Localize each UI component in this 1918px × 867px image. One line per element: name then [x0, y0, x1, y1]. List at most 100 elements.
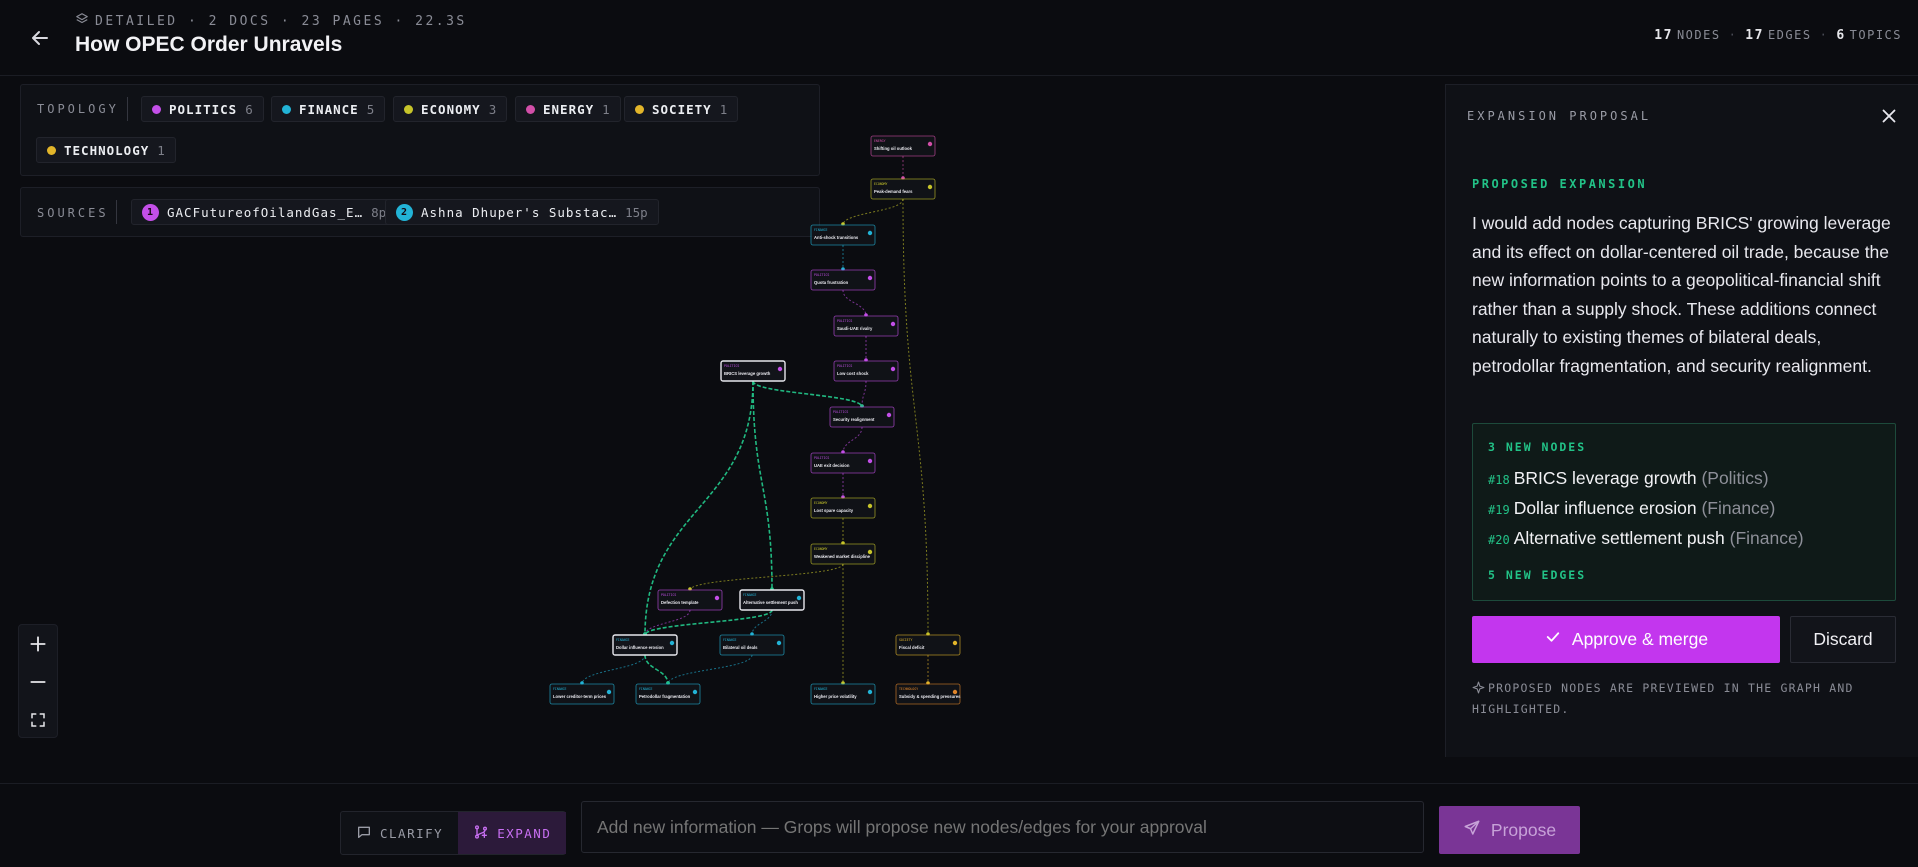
proposal-text: I would add nodes capturing BRICS' growi… — [1472, 213, 1891, 376]
node-topic-dot — [692, 689, 698, 695]
chip-count: 1 — [719, 101, 728, 117]
git-branch-icon — [473, 824, 489, 843]
graph-node[interactable]: POLITICS UAE exit decision — [810, 452, 876, 474]
knowledge-graph[interactable]: ENERGY Shifting oil outlook ECONOMY Peak-de… — [540, 125, 980, 715]
chip-label: SOCIETY — [652, 101, 712, 117]
node-label: Subsidy & spending pressures — [899, 694, 961, 699]
graph-node[interactable]: FINANCE Petrodollar fragmentation — [635, 683, 701, 705]
node-topic-dot — [669, 640, 675, 646]
node-label: Peak-demand fears — [874, 189, 913, 194]
footnote-text: PROPOSED NODES ARE PREVIEWED IN THE GRAP… — [1472, 681, 1854, 716]
node-label: Security realignment — [833, 417, 875, 422]
graph-node[interactable]: ENERGY Shifting oil outlook — [870, 135, 936, 157]
graph-node[interactable]: SOCIETY Fiscal deficit — [895, 634, 961, 656]
graph-node[interactable]: POLITICS Security realignment — [829, 406, 895, 428]
graph-node[interactable]: POLITICS Quota frustration — [810, 269, 876, 291]
back-arrow-icon[interactable] — [28, 26, 52, 50]
graph-edge — [689, 563, 844, 591]
node-label: Petrodollar fragmentation — [639, 694, 691, 699]
society-dot-icon — [635, 104, 644, 114]
expand-mode-button[interactable]: EXPAND — [458, 812, 567, 854]
topic-chip-finance[interactable]: FINANCE 5 — [271, 96, 386, 122]
topology-label: TOPOLOGY — [37, 102, 119, 116]
graph-node[interactable]: FINANCE Anti-shock transitions — [810, 224, 876, 246]
node-tag: FINANCE — [743, 593, 757, 597]
topic-chip-politics[interactable]: POLITICS 6 — [141, 96, 264, 122]
source-chip-1[interactable]: 1 GACFutureofOilandGas_E… 8p — [131, 199, 398, 225]
topic-chip-economy[interactable]: ECONOMY 3 — [393, 96, 508, 122]
approve-label: Approve & merge — [1571, 629, 1709, 649]
graph-node[interactable]: FINANCE Higher price volatility — [810, 683, 876, 705]
politics-dot-icon — [152, 104, 161, 114]
graph-node[interactable]: ECONOMY Lost spare capacity — [810, 497, 876, 519]
source-name: GACFutureofOilandGas_E… — [167, 204, 364, 220]
proposed-expansion-label: PROPOSED EXPANSION — [1472, 177, 1648, 191]
topic-chip-society[interactable]: SOCIETY 1 — [624, 96, 739, 122]
approve-merge-button[interactable]: Approve & merge — [1472, 616, 1780, 663]
new-information-input[interactable] — [581, 801, 1424, 853]
node-tag: FINANCE — [723, 638, 737, 642]
graph-node[interactable]: POLITICS Saudi-UAE rivalry — [833, 315, 899, 337]
graph-node[interactable]: TECHNOLOGY Subsidy & spending pressures — [895, 683, 961, 705]
topics-count: 6 — [1836, 28, 1846, 43]
fit-view-icon[interactable] — [19, 701, 57, 739]
graph-node[interactable]: POLITICS BRICS leverage growth — [720, 360, 786, 382]
sources-label: SOURCES — [37, 206, 109, 220]
node-tag: FINANCE — [553, 687, 567, 691]
node-label: Lost spare capacity — [814, 508, 854, 513]
graph-edge — [751, 609, 773, 636]
proposed-graph-edge — [644, 654, 669, 685]
new-node-category: (Politics) — [1701, 468, 1769, 488]
close-icon[interactable] — [1878, 105, 1900, 127]
graph-node[interactable]: POLITICS Low cost shock — [833, 360, 899, 382]
graph-edge — [581, 654, 646, 685]
node-tag: POLITICS — [837, 364, 852, 368]
clarify-mode-button[interactable]: CLARIFY — [341, 812, 458, 854]
node-tag: FINANCE — [639, 687, 653, 691]
graph-edge — [842, 289, 867, 317]
graph-node[interactable]: ECONOMY Weakened market discipline — [810, 543, 876, 565]
graph-node[interactable]: POLITICS Defection template — [657, 589, 723, 611]
node-tag: FINANCE — [616, 638, 630, 642]
node-tag: TECHNOLOGY — [899, 687, 918, 691]
proposed-graph-edge — [752, 380, 773, 591]
chip-count: 1 — [602, 101, 610, 117]
sparkle-icon — [1472, 681, 1485, 700]
node-tag: SOCIETY — [899, 638, 913, 642]
new-node-name: BRICS leverage growth — [1513, 468, 1697, 488]
topic-chip-technology[interactable]: TECHNOLOGY 1 — [36, 137, 176, 163]
chip-count: 3 — [488, 101, 497, 117]
expansion-proposal-panel: EXPANSION PROPOSAL PROPOSED EXPANSION I … — [1445, 84, 1918, 757]
new-node-id: #20 — [1488, 533, 1510, 547]
topic-chip-energy[interactable]: ENERGY 1 — [515, 96, 621, 122]
node-tag: ENERGY — [874, 139, 886, 143]
chat-bubble-icon — [356, 824, 372, 843]
economy-dot-icon — [404, 104, 413, 114]
node-label: Low cost shock — [837, 371, 869, 376]
node-label: Quota frustration — [814, 280, 849, 285]
chip-count: 5 — [366, 101, 375, 117]
discard-button[interactable]: Discard — [1790, 616, 1896, 663]
proposed-graph-edge — [752, 380, 863, 408]
node-topic-dot — [927, 184, 933, 190]
edges-count: 17 — [1745, 28, 1764, 43]
propose-button[interactable]: Propose — [1439, 806, 1580, 854]
zoom-out-icon[interactable] — [19, 663, 57, 701]
source-pages: 8p — [371, 204, 387, 220]
graph-node[interactable]: FINANCE Lower creditor-term prices — [549, 683, 615, 705]
graph-node[interactable]: FINANCE Alternative settlement push — [739, 589, 805, 611]
node-tag: FINANCE — [814, 687, 828, 691]
bottom-bar: CLARIFY EXPAND Propose — [0, 783, 1918, 867]
new-node-id: #19 — [1488, 503, 1510, 517]
node-label: Weakened market discipline — [814, 554, 871, 559]
zoom-in-icon[interactable] — [19, 625, 57, 663]
node-topic-dot — [776, 640, 782, 646]
node-topic-dot — [867, 503, 873, 509]
header: DETAILED · 2 DOCS · 23 PAGES · 22.3S How… — [0, 0, 1918, 76]
graph-node[interactable]: FINANCE Dollar influence erosion — [612, 634, 678, 656]
node-topic-dot — [606, 689, 612, 695]
panel-title: EXPANSION PROPOSAL — [1467, 109, 1652, 123]
graph-node[interactable]: FINANCE Bilateral oil deals — [719, 634, 785, 656]
graph-edge — [667, 654, 753, 685]
graph-node[interactable]: ECONOMY Peak-demand fears — [870, 178, 936, 200]
